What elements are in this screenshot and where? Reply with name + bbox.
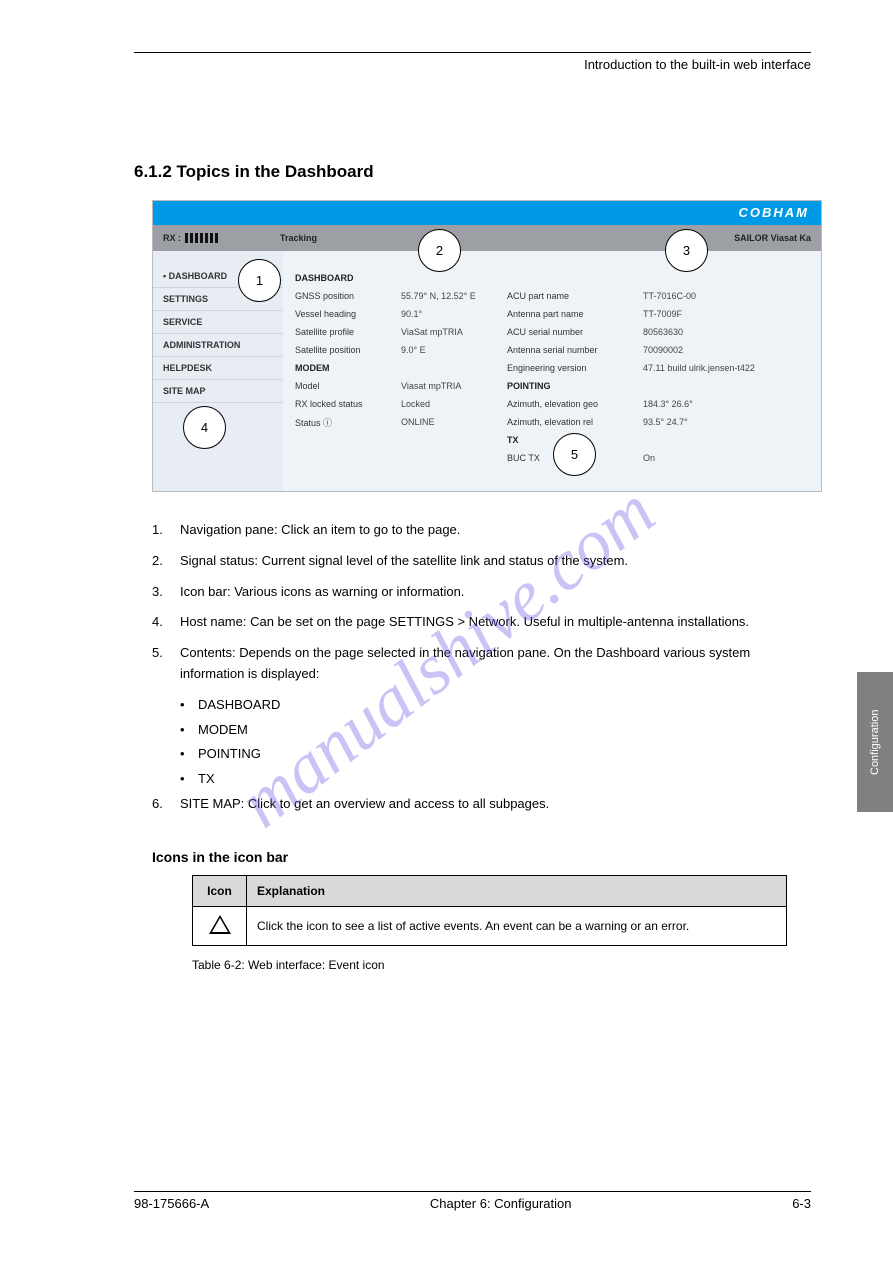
table-caption: Table 6-2: Web interface: Event icon [192,958,811,972]
n6: 6. [152,794,180,815]
t3: Icon bar: Various icons as warning or in… [180,582,811,603]
rx-label: RX : [163,233,181,243]
warning-expl: Click the icon to see a list of active e… [247,906,787,945]
h-modem: MODEM [295,363,395,373]
lbl-rxlock: RX locked status [295,399,395,409]
brand-bar: COBHAM [153,201,821,225]
val-acupart: TT-7016C-00 [643,291,763,301]
val-model: Viasat mpTRIA [401,381,501,391]
t6: SITE MAP: Click to get an overview and a… [180,794,811,815]
lbl-azel-geo: Azimuth, elevation geo [507,399,637,409]
val-azel-geo: 184.3° 26.6° [643,399,763,409]
lbl-acupart: ACU part name [507,291,637,301]
b3: POINTING [198,744,261,765]
lbl-acuserial: ACU serial number [507,327,637,337]
sidebar-item-sitemap[interactable]: SITE MAP [153,380,283,403]
n3: 3. [152,582,180,603]
val-gnss: 55.79° N, 12.52° E [401,291,501,301]
footer: 98-175666-A Chapter 6: Configuration 6-3 [134,1191,811,1211]
dashboard-screenshot: COBHAM RX : Tracking SAILOR Viasat Ka DA… [152,200,822,492]
b2: MODEM [198,720,248,741]
h-dashboard: DASHBOARD [295,273,501,283]
val-azel-rel: 93.5° 24.7° [643,417,763,427]
lbl-antpart: Antenna part name [507,309,637,319]
footer-left: 98-175666-A [134,1196,209,1211]
lbl-engver: Engineering version [507,363,637,373]
n1: 1. [152,520,180,541]
n4: 4. [152,612,180,633]
lbl-heading: Vessel heading [295,309,395,319]
icon-table: Icon Explanation ! Click the icon to see… [192,875,787,946]
th-icon: Icon [193,875,247,906]
val-status: ONLINE [401,417,501,427]
b4: TX [198,769,215,790]
callout-5: 5 [553,433,596,476]
icons-heading: Icons in the icon bar [152,849,811,865]
val-heading: 90.1° [401,309,501,319]
val-buctx: On [643,453,763,463]
footer-rule [134,1191,811,1192]
sidebar-item-service[interactable]: SERVICE [153,311,283,334]
n5: 5. [152,643,180,685]
product-name: SAILOR Viasat Ka [734,233,811,243]
val-satpos: 9.0° E [401,345,501,355]
t2: Signal status: Current signal level of t… [180,551,811,572]
lbl-gnss: GNSS position [295,291,395,301]
footer-center: Chapter 6: Configuration [430,1196,572,1211]
val-satprof: ViaSat mpTRIA [401,327,501,337]
val-engver: 47.11 build ulrik.jensen-t422 [643,363,763,373]
warning-icon: ! [209,915,231,934]
lbl-antserial: Antenna serial number [507,345,637,355]
lbl-azel-rel: Azimuth, elevation rel [507,417,637,427]
lbl-status: Status ⓘ [295,416,395,429]
h-pointing: POINTING [507,381,637,391]
callout-4: 4 [183,406,226,449]
callout-1: 1 [238,259,281,302]
lbl-model: Model [295,381,395,391]
callout-3: 3 [665,229,708,272]
side-tab: Configuration [857,672,893,812]
explanation-list: 1.Navigation pane: Click an item to go t… [152,520,811,815]
val-antpart: TT-7009F [643,309,763,319]
tracking-status: Tracking [280,233,317,243]
footer-right: 6-3 [792,1196,811,1211]
lbl-satpos: Satellite position [295,345,395,355]
signal-bars-icon [185,233,220,243]
t1: Navigation pane: Click an item to go to … [180,520,811,541]
sidebar-item-helpdesk[interactable]: HELPDESK [153,357,283,380]
val-antserial: 70090002 [643,345,763,355]
n2: 2. [152,551,180,572]
sidebar-item-administration[interactable]: ADMINISTRATION [153,334,283,357]
section-number: 6.1.2 Topics in the Dashboard [134,162,811,182]
warning-icon-cell: ! [193,906,247,945]
t5: Contents: Depends on the page selected i… [180,643,811,685]
val-acuserial: 80563630 [643,327,763,337]
header-right: Introduction to the built-in web interfa… [134,57,811,72]
b1: DASHBOARD [198,695,280,716]
callout-2: 2 [418,229,461,272]
lbl-satprof: Satellite profile [295,327,395,337]
th-expl: Explanation [247,875,787,906]
val-rxlock: Locked [401,399,501,409]
top-rule [134,52,811,53]
dashboard-content: DASHBOARD GNSS position 55.79° N, 12.52° … [283,251,821,491]
status-bar: RX : Tracking SAILOR Viasat Ka [153,225,821,251]
t4: Host name: Can be set on the page SETTIN… [180,612,811,633]
